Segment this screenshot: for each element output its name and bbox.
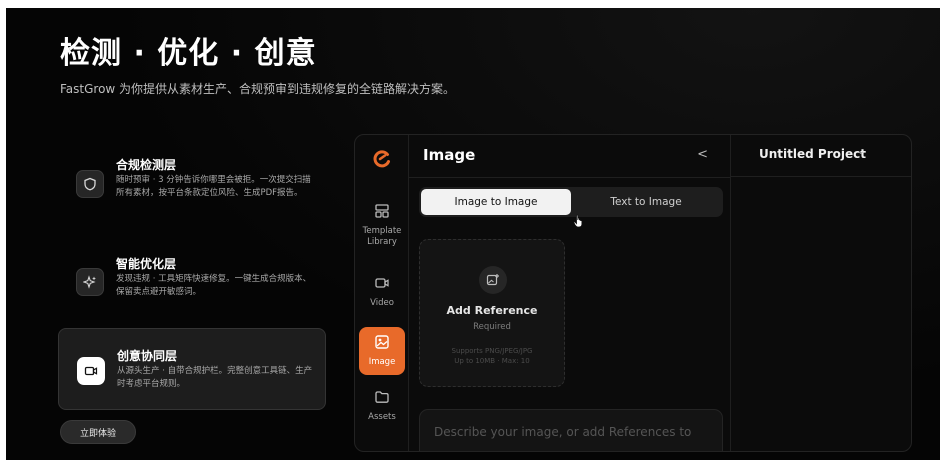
upload-hint-formats: Supports PNG/JPEG/JPG — [451, 347, 533, 355]
collapse-panel-button[interactable]: < — [697, 147, 708, 162]
feature-description: 随时预审 · 3 分钟告诉你哪里会被拒。一次提交扫描所有素材，按平台条款定位风险… — [116, 175, 311, 198]
sidebar-item-label: Assets — [368, 412, 396, 422]
feature-description: 发现违规 · 工具矩阵快速修复。一键生成合规版本、保留卖点避开敏感词。 — [116, 274, 312, 297]
project-header: Untitled Project ⌄ — [731, 135, 911, 177]
hand-cursor-icon — [573, 213, 585, 232]
feature-title: 智能优化层 — [116, 257, 177, 271]
upload-title: Add Reference — [446, 304, 538, 317]
template-library-icon — [374, 203, 390, 223]
image-panel: Image < Image to Image Text to Image Add… — [409, 135, 731, 451]
sparkle-icon — [76, 268, 104, 296]
add-reference-dropzone[interactable]: Add Reference Required Supports PNG/JPEG… — [419, 239, 565, 387]
page-subtitle: FastGrow 为你提供从素材生产、合规预审到违规修复的全链路解决方案。 — [60, 82, 456, 96]
app-window: Template Library Video Image Assets Imag… — [354, 134, 912, 452]
sidebar-item-label: Image — [368, 357, 396, 367]
sidebar-item-label: Video — [370, 298, 394, 308]
feature-compliance-detection[interactable]: 合规检测层 随时预审 · 3 分钟告诉你哪里会被拒。一次提交扫描所有素材，按平台… — [58, 144, 326, 226]
add-image-icon — [479, 266, 507, 294]
mode-tabs: Image to Image Text to Image — [419, 187, 723, 217]
panel-title: Image — [423, 146, 476, 164]
chevron-down-icon[interactable]: ⌄ — [857, 147, 865, 157]
try-now-button[interactable]: 立即体验 — [60, 420, 136, 444]
project-title[interactable]: Untitled Project — [759, 147, 866, 161]
upload-hint: Supports PNG/JPEG/JPG Up to 10MB · Max: … — [420, 346, 564, 366]
page-title: 检测 · 优化 · 创意 — [60, 36, 317, 71]
sidebar-item-video[interactable]: Video — [359, 275, 405, 309]
feature-title: 创意协同层 — [117, 349, 178, 363]
tab-text-to-image[interactable]: Text to Image — [571, 189, 721, 215]
video-icon — [77, 357, 105, 385]
video-icon — [374, 275, 390, 295]
folder-icon — [374, 389, 390, 409]
feature-smart-optimization[interactable]: 智能优化层 发现违规 · 工具矩阵快速修复。一键生成合规版本、保留卖点避开敏感词… — [58, 244, 326, 314]
feature-title: 合规检测层 — [116, 158, 177, 172]
shield-icon — [76, 170, 104, 198]
sidebar-rail: Template Library Video Image Assets — [355, 135, 409, 451]
upload-hint-limits: Up to 10MB · Max: 10 — [454, 357, 530, 365]
sidebar-item-image[interactable]: Image — [359, 327, 405, 375]
landing-section: 检测 · 优化 · 创意 FastGrow 为你提供从素材生产、合规预审到违规修… — [6, 8, 940, 460]
sidebar-item-assets[interactable]: Assets — [359, 389, 405, 423]
app-logo — [372, 149, 392, 169]
divider — [409, 177, 730, 178]
upload-required-label: Required — [473, 322, 511, 332]
sidebar-item-label: Template Library — [362, 226, 402, 247]
sidebar-item-template-library[interactable]: Template Library — [359, 203, 405, 248]
feature-description: 从源头生产 · 自带合规护栏。完整创意工具链、生产时考虑平台规则。 — [117, 366, 313, 389]
feature-creative-collaboration[interactable]: 创意协同层 从源头生产 · 自带合规护栏。完整创意工具链、生产时考虑平台规则。 — [58, 328, 326, 410]
image-icon — [374, 334, 390, 354]
prompt-input[interactable]: Describe your image, or add References t… — [419, 409, 723, 451]
tab-image-to-image[interactable]: Image to Image — [421, 189, 571, 215]
